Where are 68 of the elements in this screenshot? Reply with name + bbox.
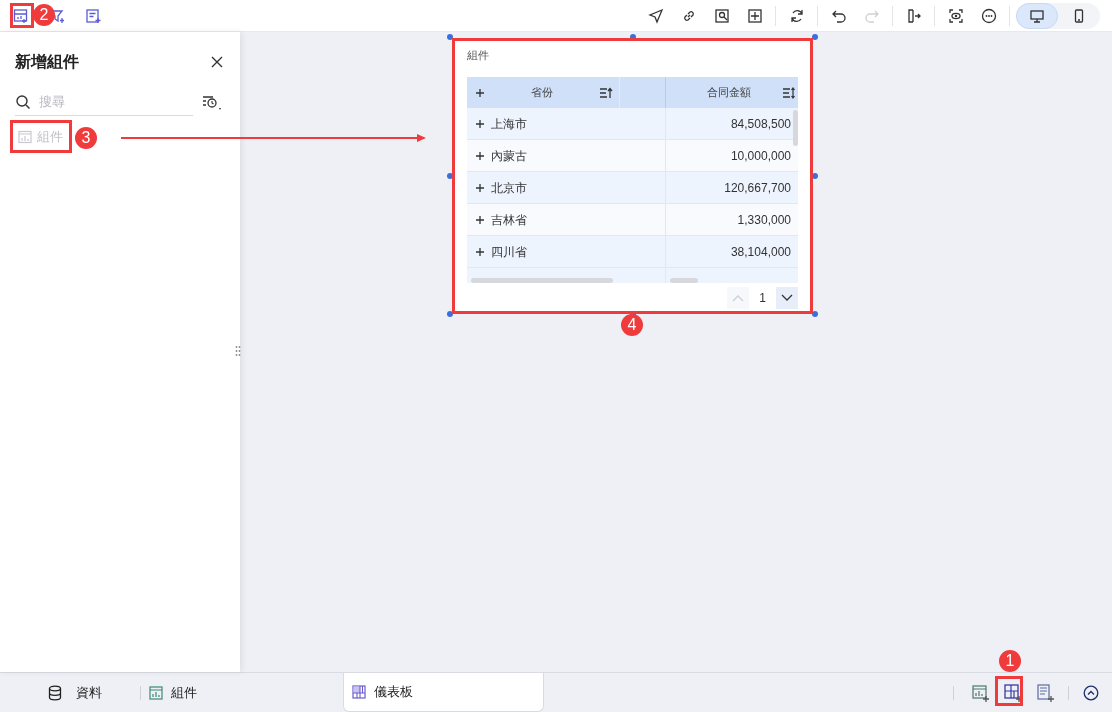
expand-icon[interactable]: [475, 87, 485, 98]
drag-handle-icon[interactable]: [235, 345, 241, 357]
send-icon[interactable]: [647, 7, 664, 24]
table-cell-text: 四川省: [491, 243, 527, 261]
resize-handle[interactable]: [812, 311, 818, 317]
add-chart-icon[interactable]: [972, 683, 990, 702]
table-cell-text: 10,000,000: [730, 147, 791, 165]
focus-view-icon[interactable]: [947, 7, 964, 24]
step-badge: 4: [621, 314, 643, 336]
close-icon[interactable]: [210, 54, 224, 69]
sort-ascending-icon[interactable]: [599, 86, 613, 99]
widget-card[interactable]: 組件 省份 合同金額 上海市 84,508,500 內蒙古 10,000,000 北京市 120,667,700 吉林省 1,330,000 四川省 38,104,000 1: [453, 38, 812, 313]
add-dashboard-icon[interactable]: [1004, 683, 1022, 702]
resize-handle[interactable]: [447, 311, 453, 317]
highlight-frame: [995, 676, 1023, 706]
table-cell-text: 38,104,000: [730, 243, 791, 261]
chart-icon: [149, 685, 163, 700]
resize-handle[interactable]: [447, 172, 453, 179]
resize-handle[interactable]: [812, 172, 818, 179]
column-header: 省份: [530, 85, 554, 101]
database-icon: [48, 684, 62, 701]
refresh-icon[interactable]: [788, 7, 805, 24]
layout-icon[interactable]: [746, 7, 763, 24]
next-page-button[interactable]: [776, 287, 798, 309]
expand-icon[interactable]: [475, 214, 485, 225]
chart-icon: [18, 130, 32, 144]
sort-icon[interactable]: [782, 86, 796, 99]
expand-icon[interactable]: [475, 118, 485, 129]
monitor-icon: [1029, 7, 1045, 24]
horizontal-scrollbar[interactable]: [670, 278, 698, 283]
horizontal-scrollbar[interactable]: [471, 278, 613, 283]
bottom-tab[interactable]: 組件: [141, 673, 286, 712]
exit-icon[interactable]: [905, 7, 922, 24]
expand-icon[interactable]: [475, 182, 485, 193]
add-text-icon[interactable]: [85, 7, 101, 24]
dashboard-icon: [352, 685, 366, 699]
widget-list-item: 組件: [18, 127, 63, 147]
resize-handle[interactable]: [629, 34, 636, 40]
table-cell-text: 吉林省: [491, 211, 527, 229]
preview-icon[interactable]: [713, 7, 730, 24]
table-cell-text: 北京市: [491, 179, 527, 197]
table-cell-text: 上海市: [491, 115, 527, 133]
chevron-up-icon: [732, 294, 745, 302]
more-icon[interactable]: [980, 7, 997, 24]
expand-icon[interactable]: [475, 246, 485, 257]
expand-icon[interactable]: [475, 150, 485, 161]
table-cell-text: 84,508,500: [730, 115, 791, 133]
widget-title: 組件: [467, 48, 489, 63]
desktop-view-button[interactable]: [1016, 2, 1058, 29]
vertical-scrollbar[interactable]: [793, 110, 798, 146]
table-cell-text: 內蒙古: [491, 147, 527, 165]
bottom-tab[interactable]: 資料: [0, 673, 140, 712]
panel-title: 新增組件: [15, 51, 79, 72]
chevron-down-icon: [781, 294, 793, 302]
bottom-tab[interactable]: 儀表板: [343, 673, 544, 712]
resize-handle[interactable]: [812, 34, 818, 40]
add-widget-icon[interactable]: [13, 7, 29, 24]
add-report-icon[interactable]: [1036, 683, 1054, 702]
highlight-frame: [10, 120, 72, 153]
step-badge: 1: [999, 650, 1021, 672]
search-field[interactable]: 搜尋: [31, 88, 185, 115]
page-number: 1: [759, 290, 766, 307]
resize-handle[interactable]: [447, 34, 453, 40]
column-header: 合同金額: [706, 85, 752, 101]
table-cell-text: 1,330,000: [737, 211, 791, 229]
search-icon: [15, 93, 31, 110]
table-cell-text: 120,667,700: [724, 179, 791, 197]
collapse-icon[interactable]: [1083, 684, 1099, 701]
